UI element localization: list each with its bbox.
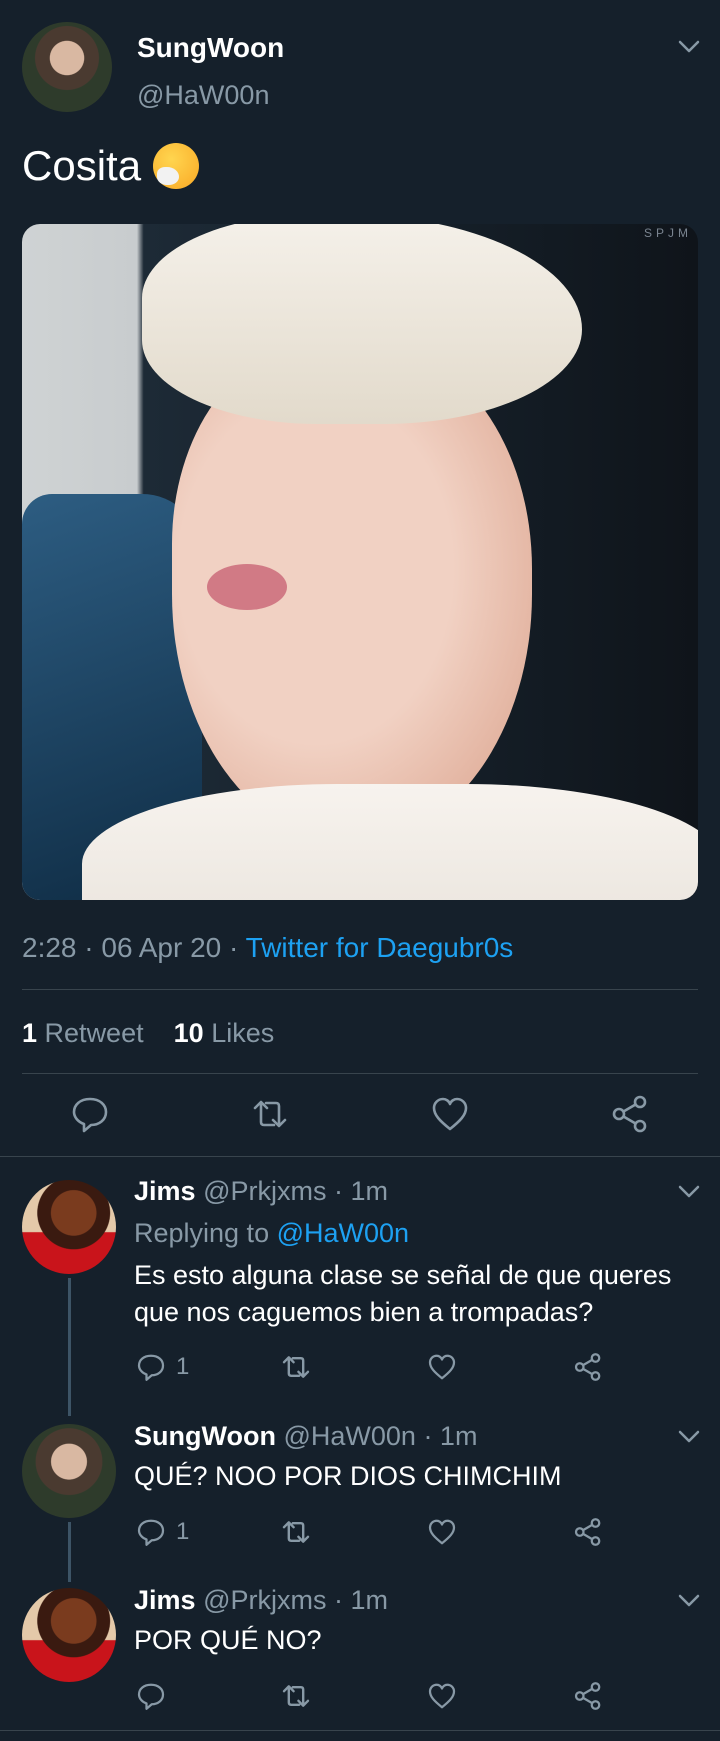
author-avatar[interactable] xyxy=(22,22,112,112)
retweets-stat[interactable]: 1 Retweet xyxy=(22,1018,144,1048)
photo-hair xyxy=(142,224,582,424)
likes-stat[interactable]: 10 Likes xyxy=(174,1018,275,1048)
reply-author-name[interactable]: SungWoon xyxy=(134,1421,276,1451)
reply-author-handle[interactable]: @Prkjxms · 1m xyxy=(203,1176,388,1206)
reply-icon[interactable] xyxy=(70,1094,110,1134)
tweet-text: Cosita xyxy=(22,142,200,190)
like-count: 10 xyxy=(173,1018,204,1048)
reply-author-name[interactable]: Jims xyxy=(134,1585,196,1615)
photo-lips xyxy=(207,564,287,610)
reply-avatar[interactable] xyxy=(22,1588,116,1682)
like-icon[interactable] xyxy=(427,1351,457,1383)
reply-avatar[interactable] xyxy=(22,1424,116,1518)
reply-icon xyxy=(137,1354,165,1381)
share-icon[interactable] xyxy=(610,1094,650,1134)
chevron-down-icon[interactable] xyxy=(678,1594,700,1608)
tweet-source-link[interactable]: Twitter for Daegubr0s xyxy=(246,932,514,963)
like-icon[interactable] xyxy=(427,1516,457,1548)
photo-watermark: SPJM xyxy=(643,226,692,240)
like-label: Likes xyxy=(211,1018,275,1048)
reply-button[interactable]: 1 xyxy=(136,1351,189,1383)
tweet-photo[interactable]: SPJM xyxy=(22,224,698,900)
like-icon[interactable] xyxy=(430,1094,470,1134)
reply-author-handle[interactable]: @Prkjxms · 1m xyxy=(203,1585,388,1615)
reply-count: 1 xyxy=(176,1353,190,1380)
chevron-down-icon[interactable] xyxy=(678,40,700,54)
retweet-icon[interactable] xyxy=(280,1516,312,1548)
reply-text: QUÉ? NOO POR DIOS CHIMCHIM xyxy=(134,1461,562,1491)
thread-line xyxy=(68,1522,71,1582)
retweet-label: Retweet xyxy=(44,1018,144,1048)
share-icon[interactable] xyxy=(573,1351,603,1383)
chevron-down-icon[interactable] xyxy=(678,1430,700,1444)
divider xyxy=(0,1730,720,1731)
divider xyxy=(22,989,698,990)
retweet-count: 1 xyxy=(22,1018,38,1048)
photo-shirt xyxy=(82,784,698,900)
reply-count: 1 xyxy=(176,1518,190,1545)
replying-to: Replying to @HaW00n xyxy=(134,1218,409,1249)
retweet-icon[interactable] xyxy=(280,1680,312,1712)
reply-author-handle[interactable]: @HaW00n · 1m xyxy=(283,1421,477,1451)
retweet-icon[interactable] xyxy=(250,1094,290,1134)
reply-button[interactable] xyxy=(136,1680,166,1712)
author-name[interactable]: SungWoon xyxy=(137,32,284,64)
retweet-icon[interactable] xyxy=(280,1351,312,1383)
share-icon[interactable] xyxy=(573,1516,603,1548)
chevron-down-icon[interactable] xyxy=(678,1185,700,1199)
reply-header: SungWoon @HaW00n · 1m xyxy=(134,1421,477,1452)
author-handle[interactable]: @HaW00n xyxy=(137,80,269,111)
sneezing-face-icon xyxy=(153,143,200,189)
like-icon[interactable] xyxy=(427,1680,457,1712)
tweet-timestamp: 2:28 · 06 Apr 20 · xyxy=(22,932,246,963)
reply-text: Es esto alguna clase se señal de que que… xyxy=(134,1260,672,1327)
tweet-meta: 2:28 · 06 Apr 20 · Twitter for Daegubr0s xyxy=(22,932,513,964)
divider xyxy=(22,1073,698,1074)
share-icon[interactable] xyxy=(573,1680,603,1712)
divider xyxy=(0,1156,720,1157)
tweet-text-content: Cosita xyxy=(22,142,142,189)
reply-icon xyxy=(137,1519,165,1546)
replying-to-prefix: Replying to xyxy=(134,1218,277,1248)
reply-avatar[interactable] xyxy=(22,1180,116,1274)
reply-header: Jims @Prkjxms · 1m xyxy=(134,1585,388,1616)
reply-icon xyxy=(137,1683,165,1710)
reply-button[interactable]: 1 xyxy=(136,1516,189,1548)
replying-to-link[interactable]: @HaW00n xyxy=(277,1218,409,1248)
reply-author-name[interactable]: Jims xyxy=(134,1176,196,1206)
thread-line xyxy=(68,1278,71,1416)
reply-text: POR QUÉ NO? xyxy=(134,1625,322,1655)
reply-header: Jims @Prkjxms · 1m xyxy=(134,1176,388,1207)
tweet-stats: 1 Retweet 10 Likes xyxy=(22,1018,274,1049)
